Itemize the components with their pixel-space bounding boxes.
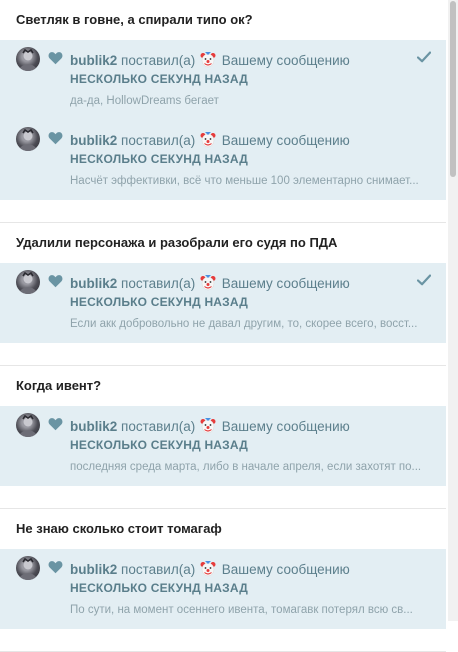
avatar[interactable]	[16, 556, 40, 580]
notification-list: bublik2 поставил(а) Вашему сообщению НЕС…	[0, 263, 446, 343]
group-separator	[0, 486, 446, 509]
heart-icon	[48, 418, 63, 431]
username-link[interactable]: bublik2	[70, 276, 117, 291]
notification-time: НЕСКОЛЬКО СЕКУНД НАЗАД	[70, 581, 248, 595]
clown-face-icon	[200, 418, 216, 434]
action-text: поставил(а)	[121, 133, 196, 148]
avatar[interactable]	[16, 413, 40, 437]
heart-icon	[48, 561, 63, 574]
notification-text: bublik2 поставил(а) Вашему сообщению	[70, 417, 350, 434]
heart-icon	[48, 275, 63, 288]
group-separator	[0, 343, 446, 366]
scrollbar[interactable]	[448, 0, 458, 621]
notification-feed: Светляк в говне, а спирали типо ок? bubl…	[0, 0, 446, 652]
action-text: поставил(а)	[121, 562, 196, 577]
notification-item[interactable]: bublik2 поставил(а) Вашему сообщению НЕС…	[0, 263, 446, 343]
message-preview[interactable]: Если акк добровольно не давал другим, то…	[70, 318, 432, 330]
notification-time: НЕСКОЛЬКО СЕКУНД НАЗАД	[70, 295, 248, 309]
message-preview[interactable]: По сути, на момент осеннего ивента, тома…	[70, 604, 432, 616]
checkmark-icon[interactable]	[417, 51, 431, 63]
clown-face-icon	[200, 275, 216, 291]
username-link[interactable]: bublik2	[70, 419, 117, 434]
notification-list: bublik2 поставил(а) Вашему сообщению НЕС…	[0, 40, 446, 200]
avatar[interactable]	[16, 127, 40, 151]
notification-group: Когда ивент? bublik2 поставил(а) Вашему …	[0, 366, 446, 509]
thread-title[interactable]: Светляк в говне, а спирали типо ок?	[0, 0, 446, 40]
notification-list: bublik2 поставил(а) Вашему сообщению НЕС…	[0, 549, 446, 629]
message-link[interactable]: Вашему сообщению	[222, 53, 350, 68]
message-link[interactable]: Вашему сообщению	[222, 276, 350, 291]
notification-text: bublik2 поставил(а) Вашему сообщению	[70, 560, 350, 577]
thread-title[interactable]: Не знаю сколько стоит томагаф	[0, 509, 446, 549]
notification-group: Удалили персонажа и разобрали его судя п…	[0, 223, 446, 366]
username-link[interactable]: bublik2	[70, 53, 117, 68]
message-link[interactable]: Вашему сообщению	[222, 562, 350, 577]
username-link[interactable]: bublik2	[70, 133, 117, 148]
notification-group: Не знаю сколько стоит томагаф bublik2 по…	[0, 509, 446, 652]
notification-item[interactable]: bublik2 поставил(а) Вашему сообщению НЕС…	[0, 406, 446, 486]
notification-list: bublik2 поставил(а) Вашему сообщению НЕС…	[0, 406, 446, 486]
group-separator	[0, 200, 446, 223]
message-preview[interactable]: последняя среда марта, либо в начале апр…	[70, 461, 432, 473]
avatar[interactable]	[16, 47, 40, 71]
username-link[interactable]: bublik2	[70, 562, 117, 577]
heart-icon	[48, 132, 63, 145]
notification-text: bublik2 поставил(а) Вашему сообщению	[70, 51, 350, 68]
message-link[interactable]: Вашему сообщению	[222, 133, 350, 148]
thread-title[interactable]: Когда ивент?	[0, 366, 446, 406]
heart-icon	[48, 52, 63, 65]
notification-time: НЕСКОЛЬКО СЕКУНД НАЗАД	[70, 438, 248, 452]
action-text: поставил(а)	[121, 276, 196, 291]
clown-face-icon	[200, 52, 216, 68]
avatar[interactable]	[16, 270, 40, 294]
clown-face-icon	[200, 132, 216, 148]
message-preview[interactable]: Насчёт эффективки, всё что меньше 100 эл…	[70, 175, 432, 187]
notification-group: Светляк в говне, а спирали типо ок? bubl…	[0, 0, 446, 223]
action-text: поставил(а)	[121, 419, 196, 434]
notification-time: НЕСКОЛЬКО СЕКУНД НАЗАД	[70, 152, 248, 166]
notification-time: НЕСКОЛЬКО СЕКУНД НАЗАД	[70, 72, 248, 86]
notification-item[interactable]: bublik2 поставил(а) Вашему сообщению НЕС…	[0, 549, 446, 629]
clown-face-icon	[200, 561, 216, 577]
checkmark-icon[interactable]	[417, 274, 431, 286]
group-separator	[0, 629, 446, 652]
notification-item[interactable]: bublik2 поставил(а) Вашему сообщению НЕС…	[0, 40, 446, 120]
notification-text: bublik2 поставил(а) Вашему сообщению	[70, 274, 350, 291]
thread-title[interactable]: Удалили персонажа и разобрали его судя п…	[0, 223, 446, 263]
message-link[interactable]: Вашему сообщению	[222, 419, 350, 434]
message-preview[interactable]: да-да, HollowDreams бегает	[70, 95, 432, 107]
notification-item[interactable]: bublik2 поставил(а) Вашему сообщению НЕС…	[0, 120, 446, 200]
notification-text: bublik2 поставил(а) Вашему сообщению	[70, 131, 350, 148]
scrollbar-thumb[interactable]	[450, 1, 456, 177]
action-text: поставил(а)	[121, 53, 196, 68]
